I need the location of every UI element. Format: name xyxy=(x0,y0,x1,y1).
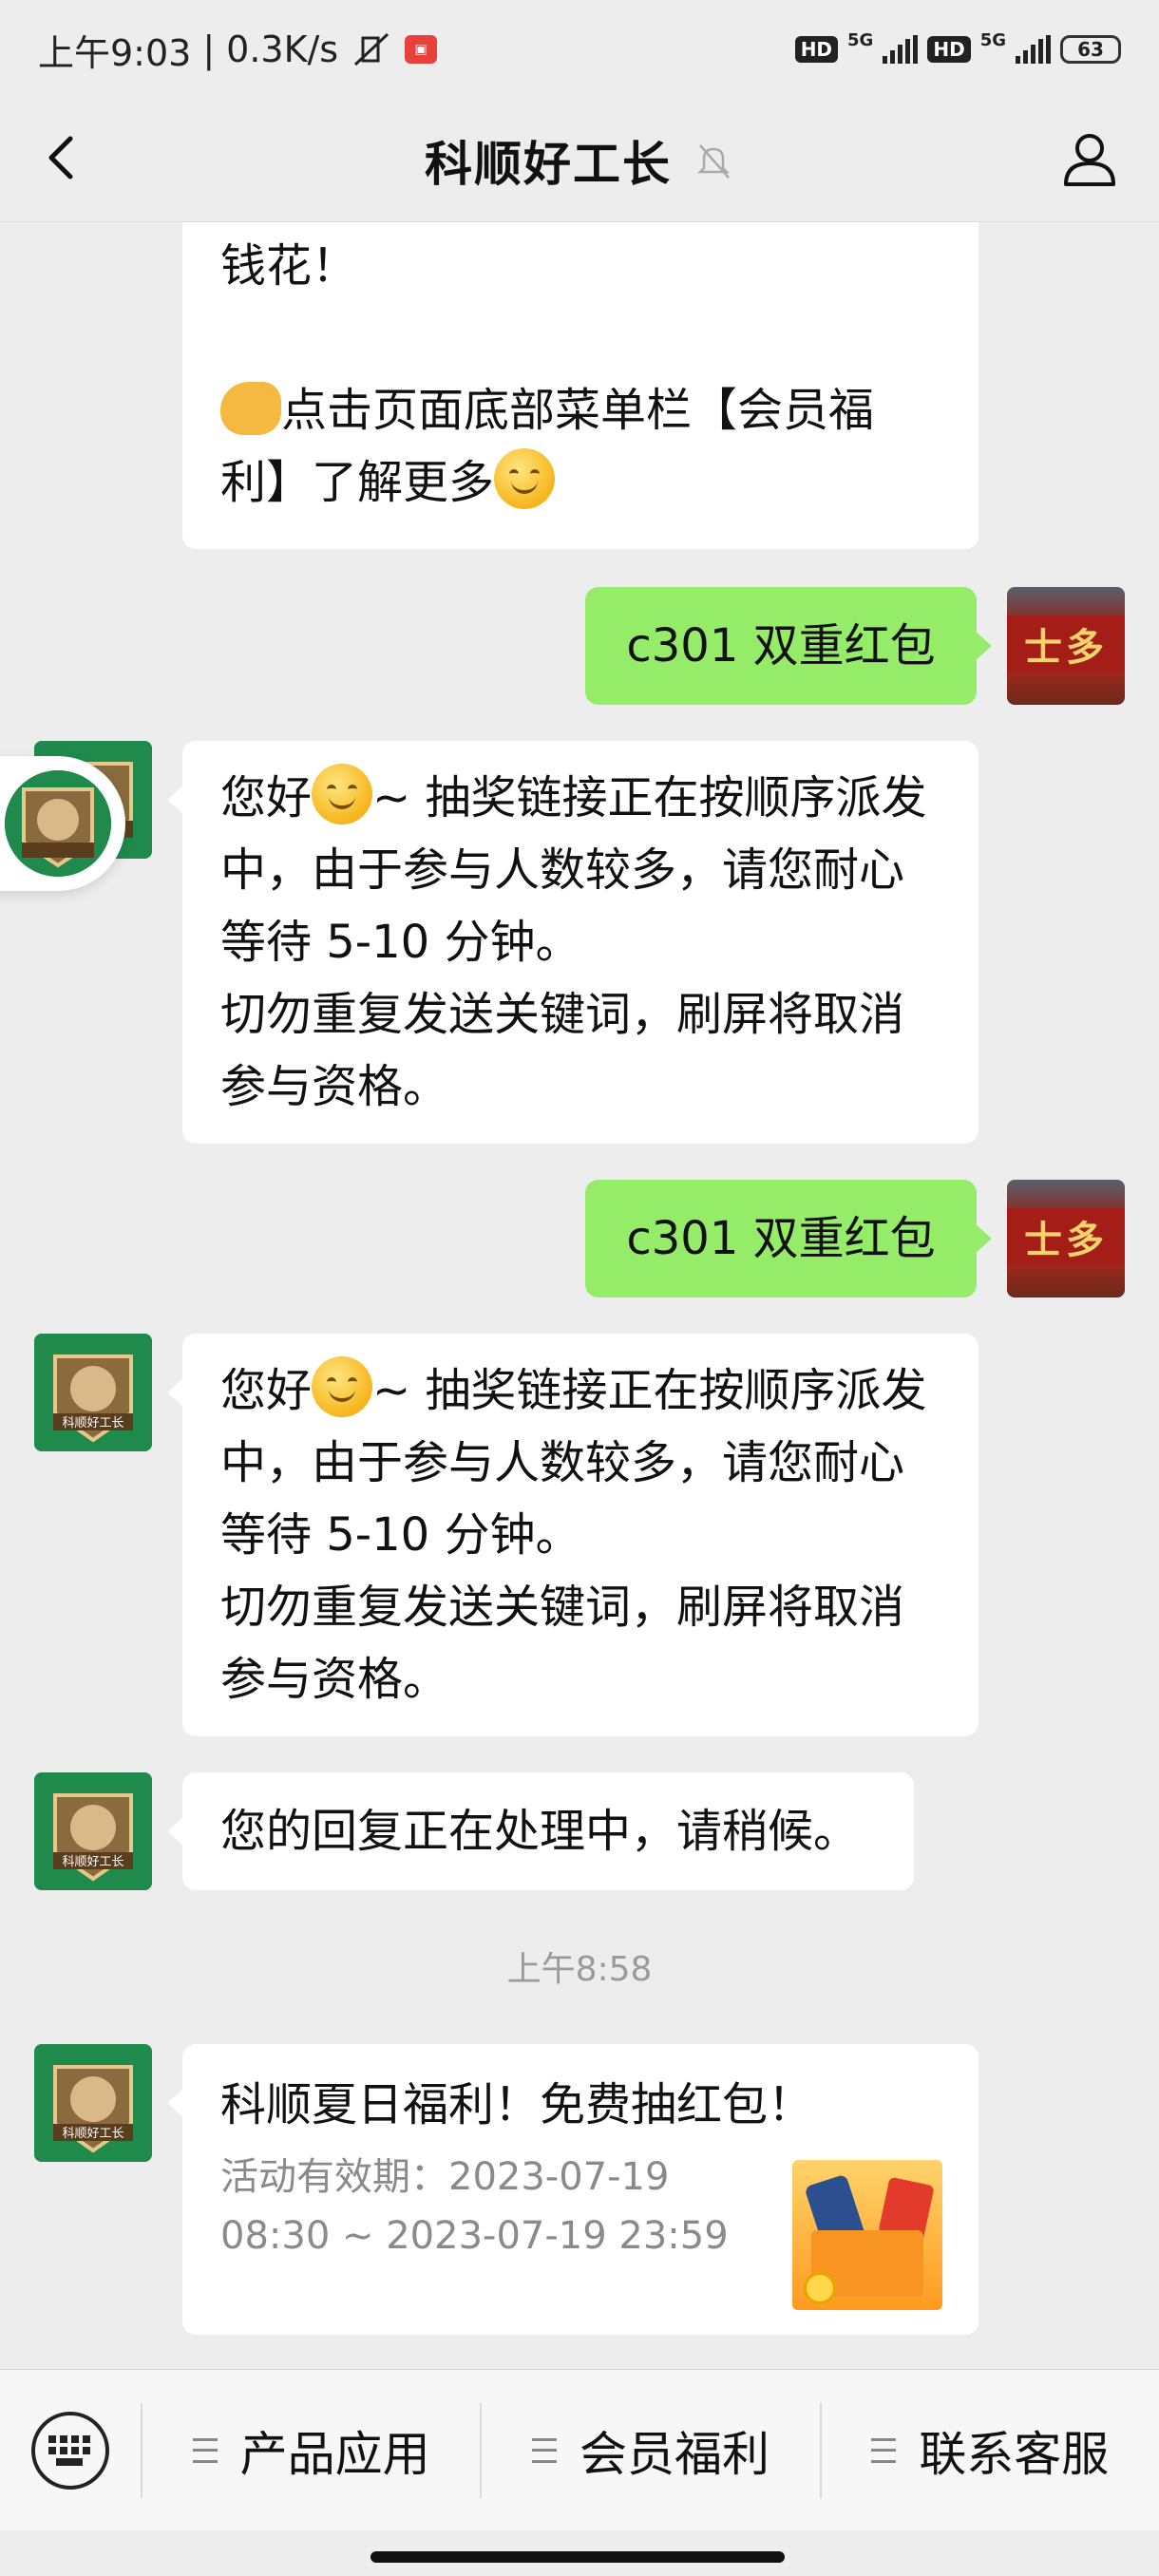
mute-bell-icon xyxy=(696,143,731,179)
message-text-line: 钱花！ xyxy=(220,239,358,293)
network-label-1: 5G xyxy=(847,29,874,50)
chat-header: 科顺好工长 xyxy=(0,99,1159,222)
keyboard-icon xyxy=(48,2434,90,2466)
smile-emoji xyxy=(312,764,373,824)
bot-message-bubble[interactable]: 您好 ~ 抽奖链接正在按顺序派发 中，由于参与人数较多，请您耐心 等待 5-10 … xyxy=(167,741,978,1144)
mute-vibrate-icon xyxy=(354,32,390,66)
hd-badge-2: HD xyxy=(927,36,971,63)
message-text-line: 点击页面底部菜单栏【会员福 xyxy=(220,374,940,446)
menu-item-label: 联系客服 xyxy=(919,2426,1110,2482)
bot-avatar-icon: 科顺好工长 xyxy=(34,1334,152,1451)
chat-area[interactable]: · 钱花！ 点击页面底部菜单栏【会员福 利】了解更多 c301 双重红包 士多 … xyxy=(0,222,1159,2369)
profile-icon[interactable] xyxy=(1058,127,1121,190)
message-text-line: 您好 ~ 抽奖链接正在按顺序派发 xyxy=(220,1354,940,1427)
signal-icon-1 xyxy=(883,35,919,64)
floating-avatar-badge[interactable] xyxy=(0,756,125,891)
status-bar: 上午9:03 | 0.3K/s ▣ HD 5G HD 5G 63 xyxy=(0,0,1159,99)
message-timestamp: 上午8:58 xyxy=(506,1950,653,1989)
network-label-2: 5G xyxy=(979,29,1006,50)
menu-lines-icon xyxy=(871,2437,897,2463)
keyboard-toggle-button[interactable] xyxy=(0,2370,141,2531)
wink-emoji xyxy=(494,448,556,509)
message-text: c301 双重红包 xyxy=(626,619,936,672)
menu-lines-icon xyxy=(531,2437,557,2463)
hd-badge-1: HD xyxy=(794,36,839,63)
bot-avatar[interactable]: 科顺好工长 xyxy=(34,1772,152,1890)
message-text-line: 中，由于参与人数较多，请您耐心 xyxy=(220,1436,905,1489)
bottom-menu-bar: 产品应用 会员福利 联系客服 xyxy=(0,2369,1159,2530)
message-text: 您的回复正在处理中，请稍候。 xyxy=(220,1805,860,1858)
battery-indicator: 63 xyxy=(1060,35,1121,64)
status-time: 上午9:03 xyxy=(38,31,192,74)
message-text-line: 中，由于参与人数较多，请您耐心 xyxy=(220,843,905,897)
status-separator: | xyxy=(202,28,216,70)
app-notification-icon: ▣ xyxy=(405,35,438,64)
message-text-line: 等待 5-10 分钟。 xyxy=(220,1508,581,1562)
menu-item-customer-service[interactable]: 联系客服 xyxy=(822,2370,1159,2531)
message-bubble-partial[interactable]: · 钱花！ 点击页面底部菜单栏【会员福 利】了解更多 xyxy=(182,222,978,549)
status-speed: 0.3K/s xyxy=(226,28,339,70)
menu-lines-icon xyxy=(192,2437,218,2463)
smile-emoji xyxy=(312,1356,373,1417)
signal-icon-2 xyxy=(1016,35,1051,64)
message-text-line: 参与资格。 xyxy=(220,1653,449,1706)
home-indicator[interactable] xyxy=(370,2551,785,2563)
promo-card-message[interactable]: 科顺夏日福利！免费抽红包！ 活动有效期：2023-07-19 08:30 ~ 2… xyxy=(167,2044,978,2335)
user-avatar[interactable]: 士多 xyxy=(1007,587,1125,705)
hand-pointing-emoji xyxy=(220,382,281,435)
bot-avatar-icon: 科顺好工长 xyxy=(34,1772,152,1890)
bot-avatar[interactable]: 科顺好工长 xyxy=(34,1334,152,1451)
message-text: 利】了解更多 xyxy=(220,456,495,509)
page-title: 科顺好工长 xyxy=(425,136,672,192)
message-text: c301 双重红包 xyxy=(626,1212,936,1265)
message-text: ~ 抽奖链接正在按顺序派发 xyxy=(372,771,927,824)
message-text-line: 您好 ~ 抽奖链接正在按顺序派发 xyxy=(220,762,940,834)
message-text-line: 等待 5-10 分钟。 xyxy=(220,916,581,969)
card-title: 科顺夏日福利！免费抽红包！ xyxy=(220,2078,814,2131)
floating-avatar-icon xyxy=(5,770,111,877)
card-thumbnail xyxy=(792,2160,942,2310)
bot-avatar-label: 科顺好工长 xyxy=(62,1416,124,1430)
user-avatar-sign: 士多 xyxy=(1007,616,1125,672)
message-text-line: 切勿重复发送关键词，刷屏将取消 xyxy=(220,1581,905,1634)
user-avatar-sign: 士多 xyxy=(1007,1208,1125,1265)
message-text: 您好 xyxy=(220,1364,313,1417)
message-text: 您好 xyxy=(220,771,313,824)
bot-avatar-icon: 科顺好工长 xyxy=(34,2044,152,2162)
menu-item-label: 会员福利 xyxy=(579,2426,770,2482)
user-message-bubble[interactable]: c301 双重红包 xyxy=(585,1180,992,1297)
bot-avatar-label: 科顺好工长 xyxy=(62,2127,124,2141)
message-text-line: 切勿重复发送关键词，刷屏将取消 xyxy=(220,988,905,1041)
back-icon[interactable] xyxy=(34,129,91,186)
message-text: 点击页面底部菜单栏【会员福 xyxy=(281,384,875,437)
message-text-line: 参与资格。 xyxy=(220,1060,449,1113)
bot-message-bubble[interactable]: 您的回复正在处理中，请稍候。 xyxy=(167,1772,914,1890)
message-text-line: 利】了解更多 xyxy=(220,446,940,519)
bot-message-bubble[interactable]: 您好 ~ 抽奖链接正在按顺序派发 中，由于参与人数较多，请您耐心 等待 5-10 … xyxy=(167,1334,978,1736)
user-avatar[interactable]: 士多 xyxy=(1007,1180,1125,1297)
message-text: ~ 抽奖链接正在按顺序派发 xyxy=(372,1364,927,1417)
bot-avatar[interactable]: 科顺好工长 xyxy=(34,2044,152,2162)
menu-item-member-benefits[interactable]: 会员福利 xyxy=(482,2370,819,2531)
menu-item-label: 产品应用 xyxy=(239,2426,430,2482)
menu-item-products[interactable]: 产品应用 xyxy=(142,2370,480,2531)
user-message-bubble[interactable]: c301 双重红包 xyxy=(585,587,992,705)
bot-avatar-label: 科顺好工长 xyxy=(62,1855,124,1869)
